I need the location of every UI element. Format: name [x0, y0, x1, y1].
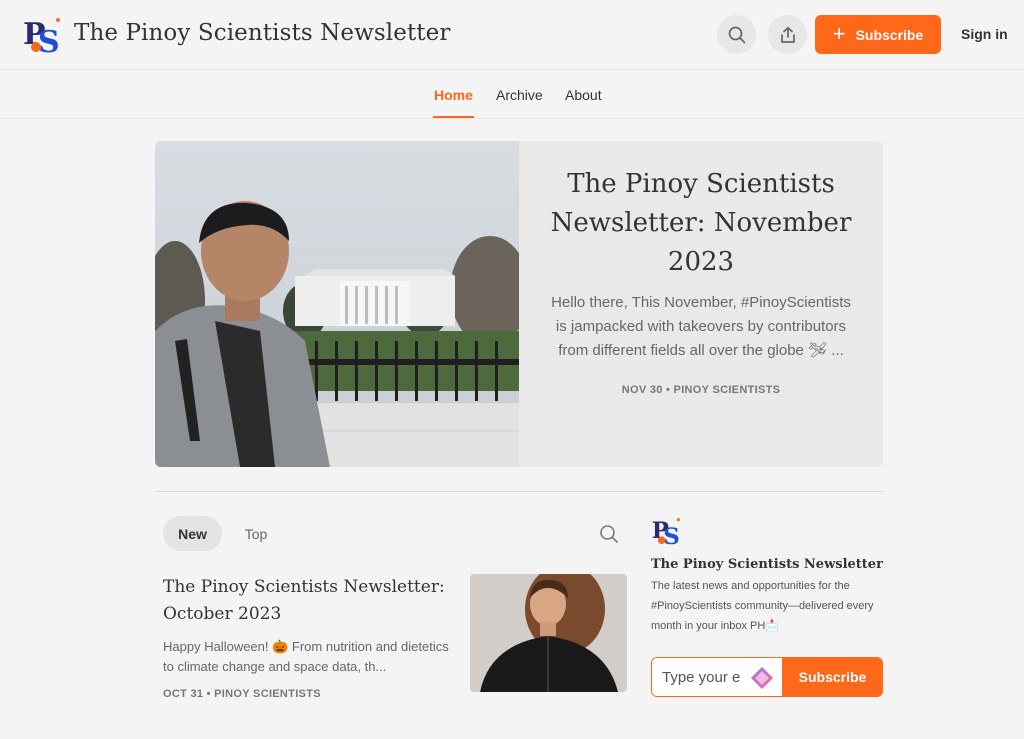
share-icon	[780, 26, 795, 43]
featured-post[interactable]: The Pinoy Scientists Newsletter: Novembe…	[155, 141, 883, 467]
sidebar-logo: P S	[652, 518, 680, 547]
featured-post-meta: NOV 30 • PINOY SCIENTISTS	[621, 384, 781, 396]
post-title[interactable]: The Pinoy Scientists Newsletter: October…	[163, 574, 453, 628]
subscribe-form: Subscribe	[651, 657, 883, 697]
featured-post-title[interactable]: The Pinoy Scientists Newsletter: Novembe…	[543, 165, 859, 282]
plus-icon: +	[832, 20, 846, 46]
section-divider	[155, 491, 883, 492]
featured-post-description: Hello there, This November, #PinoyScient…	[551, 294, 851, 359]
sidebar-description: The latest news and opportunities for th…	[651, 580, 874, 632]
sidebar-subscribe-button[interactable]: Subscribe	[782, 658, 882, 696]
sidebar-title: The Pinoy Scientists Newsletter	[651, 557, 883, 572]
sign-in-link[interactable]: Sign in	[961, 26, 1008, 42]
site-logo[interactable]: P S	[22, 14, 64, 56]
site-header: P S The Pinoy Scientists Newsletter + Su…	[0, 0, 1024, 70]
tab-top[interactable]: Top	[232, 516, 280, 551]
svg-text:S: S	[38, 25, 60, 56]
search-icon[interactable]	[598, 523, 620, 545]
nav-archive[interactable]: Archive	[496, 87, 543, 103]
subscribe-label: Subscribe	[855, 26, 924, 43]
post-meta: OCT 31 • PINOY SCIENTISTS	[163, 688, 321, 700]
featured-post-image	[155, 141, 519, 467]
nav-home[interactable]: Home	[433, 87, 474, 118]
post-description: Happy Halloween! 🎃 From nutrition and di…	[163, 639, 449, 674]
nav-about[interactable]: About	[565, 87, 602, 103]
tab-new[interactable]: New	[163, 516, 222, 551]
gem-icon	[751, 667, 773, 689]
main-nav: Home Archive About	[0, 71, 1024, 119]
post-thumbnail[interactable]	[470, 574, 627, 692]
search-icon	[728, 26, 745, 43]
share-button[interactable]	[768, 15, 807, 54]
site-title[interactable]: The Pinoy Scientists Newsletter	[74, 20, 450, 46]
search-button[interactable]	[717, 15, 756, 54]
featured-post-text: The Pinoy Scientists Newsletter: Novembe…	[519, 141, 883, 467]
svg-text:S: S	[663, 524, 680, 547]
subscribe-button[interactable]: + Subscribe	[815, 15, 941, 54]
